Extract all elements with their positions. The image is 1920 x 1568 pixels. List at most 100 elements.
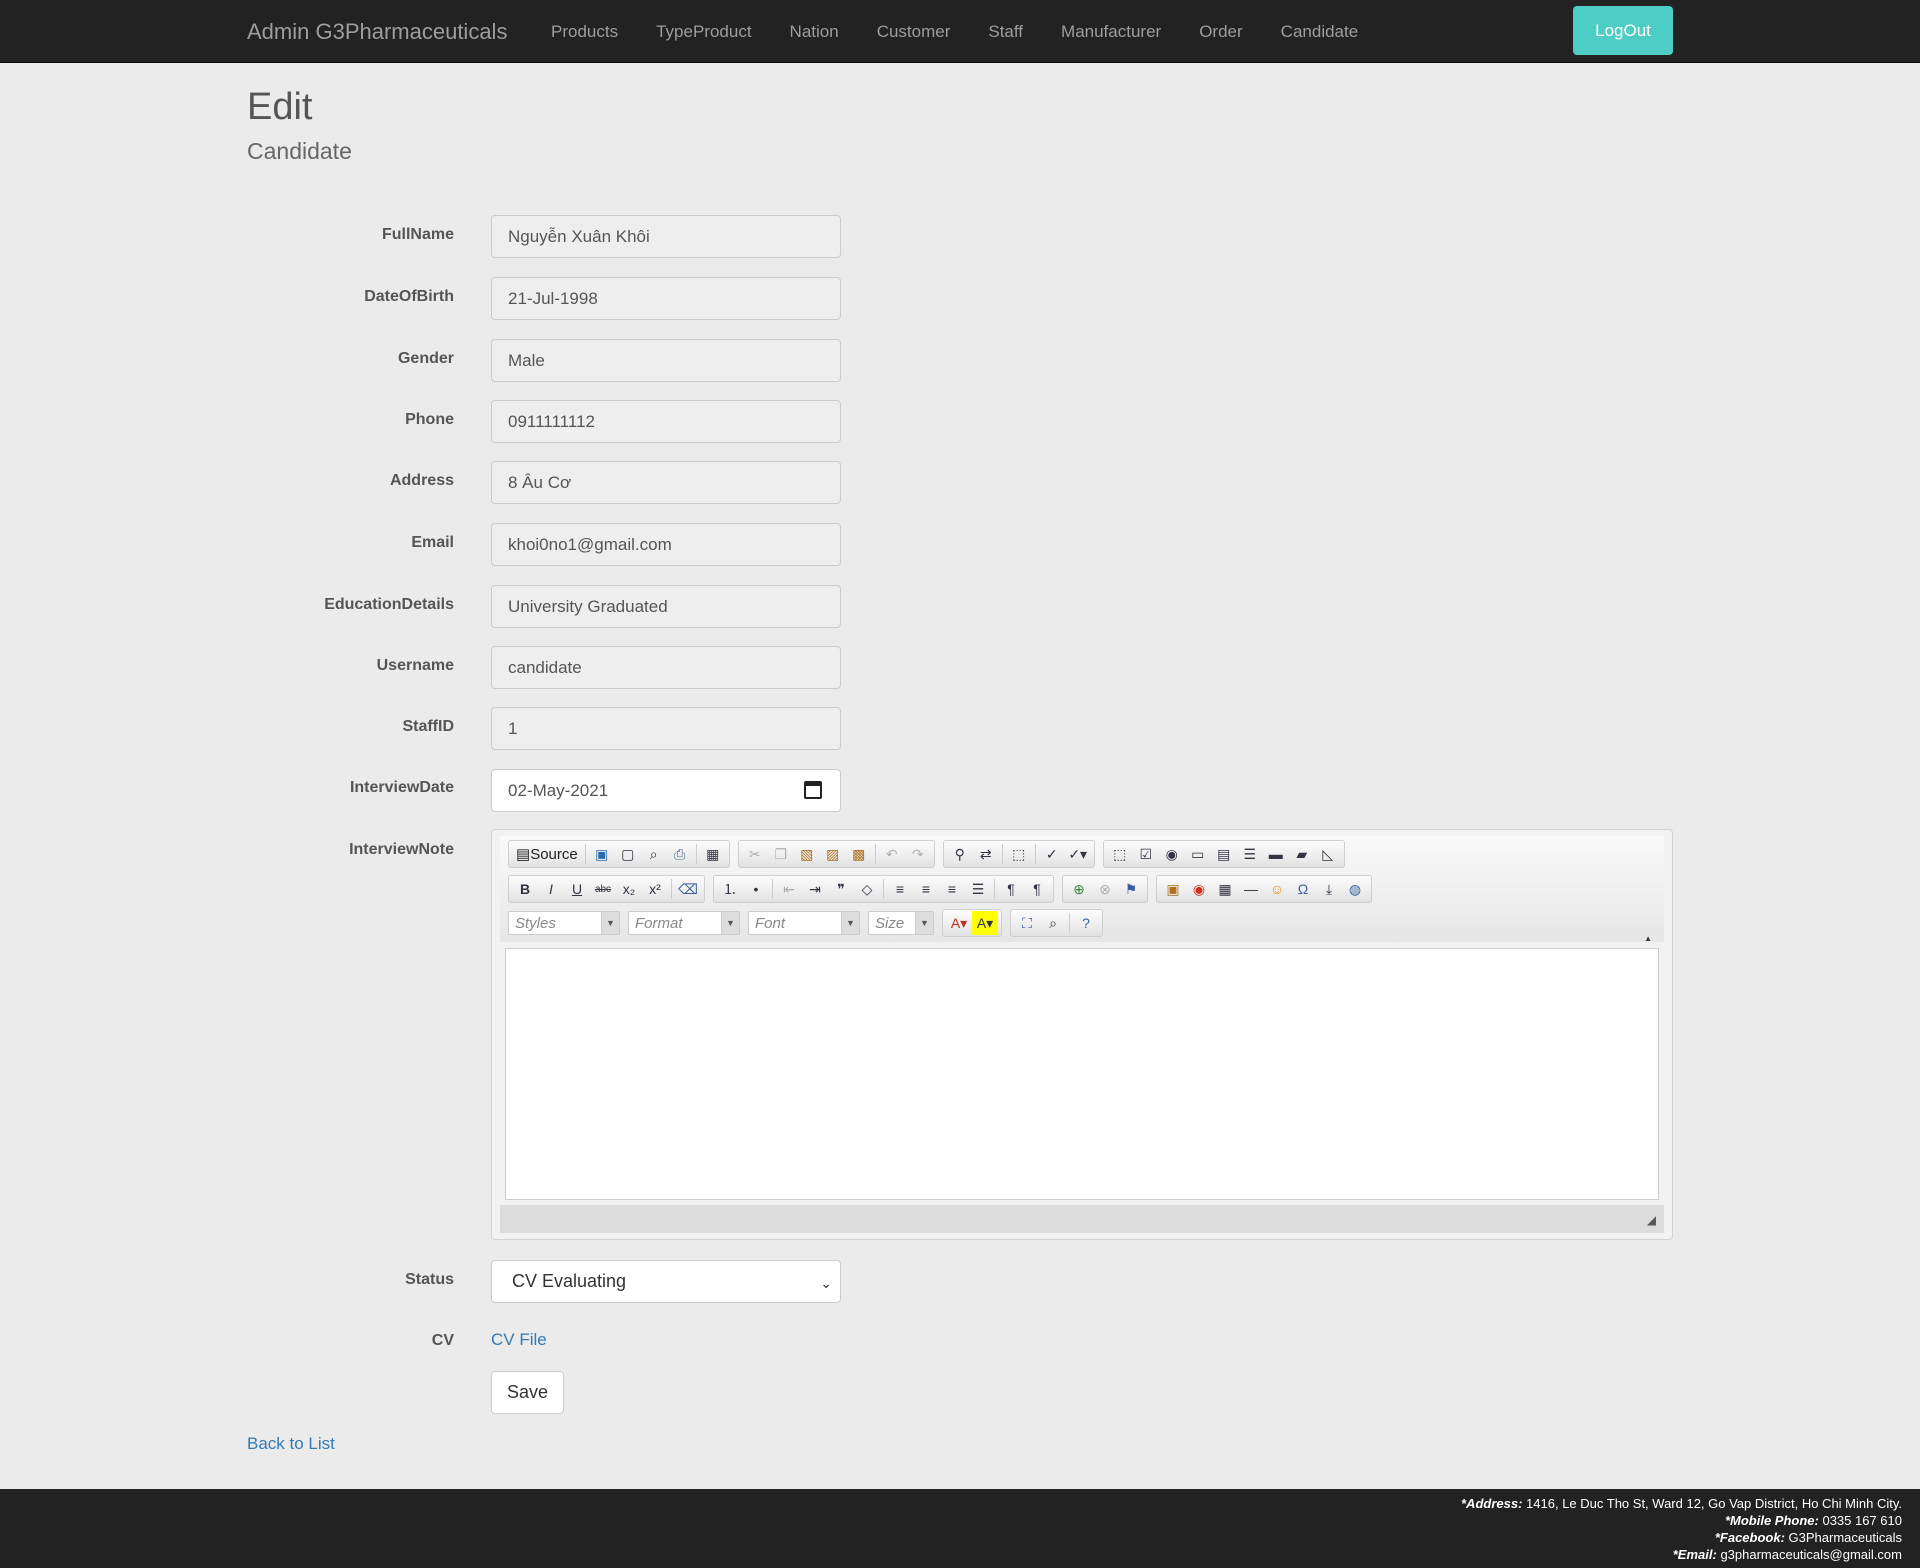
align-center-icon[interactable]: ≡ [913,877,939,901]
smiley-icon[interactable]: ☺ [1264,877,1290,901]
table-icon[interactable]: ▦ [1212,877,1238,901]
maximize-icon[interactable]: ⛶ [1014,911,1040,935]
save-button[interactable]: Save [491,1371,564,1414]
copy-icon[interactable]: ❐ [768,842,794,866]
source-label: Source [530,845,578,863]
strikethrough-icon[interactable]: abc [590,877,616,901]
page-break-icon[interactable]: ⤓ [1316,877,1342,901]
remove-format-icon[interactable]: ⌫ [675,877,701,901]
resize-handle-icon[interactable]: ◢ [1647,1213,1656,1227]
source-button[interactable]: ▤ Source [512,842,582,866]
subscript-icon[interactable]: x₂ [616,877,642,901]
nav-candidate[interactable]: Candidate [1281,22,1359,42]
div-container-icon[interactable]: ◇ [854,877,880,901]
italic-icon[interactable]: I [538,877,564,901]
editor-content-area[interactable] [505,948,1659,1200]
spellcheck-icon[interactable]: ✓ [1039,842,1065,866]
iframe-icon[interactable]: ◍ [1342,877,1368,901]
paste-icon[interactable]: ▧ [794,842,820,866]
show-blocks-icon[interactable]: ⌕ [1040,911,1066,935]
find-icon[interactable]: ⚲ [947,842,973,866]
styles-dropdown[interactable]: Styles ▼ [508,911,620,935]
cv-file-link[interactable]: CV File [491,1330,547,1350]
indent-icon[interactable]: ⇥ [802,877,828,901]
form-icon[interactable]: ⬚ [1107,842,1133,866]
nav-typeproduct[interactable]: TypeProduct [656,22,751,42]
select-all-icon[interactable]: ⬚ [1006,842,1032,866]
collapse-toolbar-icon[interactable]: ▲ [1644,934,1652,943]
address-input[interactable]: 8 Âu Cơ [491,461,841,504]
rtl-icon[interactable]: ¶ [1024,877,1050,901]
preview-icon[interactable]: ⌕ [641,842,667,866]
numbered-list-icon[interactable]: ⒈ [717,877,743,901]
fullname-label: FullName [381,226,454,243]
brand-link[interactable]: Admin G3Pharmaceuticals [247,19,507,45]
paste-text-icon[interactable]: ▨ [820,842,846,866]
outdent-icon[interactable]: ⇤ [776,877,802,901]
anchor-icon[interactable]: ⚑ [1118,877,1144,901]
print-icon[interactable]: ⎙ [667,842,693,866]
bulleted-list-icon[interactable]: • [743,877,769,901]
dateofbirth-input[interactable]: 21-Jul-1998 [491,277,841,320]
phone-input[interactable]: 0911111112 [491,400,841,443]
image-button-icon[interactable]: ▰ [1289,842,1315,866]
undo-icon[interactable]: ↶ [879,842,905,866]
email-input[interactable]: khoi0no1@gmail.com [491,523,841,566]
checkbox-icon[interactable]: ☑ [1133,842,1159,866]
logout-button[interactable]: LogOut [1573,6,1673,55]
blockquote-icon[interactable]: ❞ [828,877,854,901]
nav-customer[interactable]: Customer [877,22,951,42]
templates-icon[interactable]: ▦ [700,842,726,866]
text-color-icon[interactable]: A▾ [946,911,972,935]
bold-icon[interactable]: B [512,877,538,901]
textfield-icon[interactable]: ▭ [1185,842,1211,866]
select-field-icon[interactable]: ☰ [1237,842,1263,866]
calendar-icon[interactable] [804,781,822,799]
back-to-list-link[interactable]: Back to List [247,1434,335,1454]
page-title: Edit [247,86,313,128]
nav-products[interactable]: Products [551,22,618,42]
size-dropdown[interactable]: Size ▼ [868,911,934,935]
bg-color-icon[interactable]: A▾ [972,911,998,935]
image-icon[interactable]: ▣ [1160,877,1186,901]
educationdetails-input[interactable]: University Graduated [491,585,841,628]
font-dropdown[interactable]: Font ▼ [748,911,860,935]
align-right-icon[interactable]: ≡ [939,877,965,901]
interviewdate-input[interactable]: 02-May-2021 [491,769,841,812]
textarea-icon[interactable]: ▤ [1211,842,1237,866]
scayt-icon[interactable]: ✓▾ [1065,842,1091,866]
status-value: CV Evaluating [512,1271,627,1291]
link-icon[interactable]: ⊕ [1066,877,1092,901]
nav-order[interactable]: Order [1199,22,1242,42]
gender-input[interactable]: Male [491,339,841,382]
page-footer: *Address: 1416, Le Duc Tho St, Ward 12, … [0,1489,1920,1568]
nav-nation[interactable]: Nation [790,22,839,42]
hidden-field-icon[interactable]: ◺ [1315,842,1341,866]
staffid-input[interactable]: 1 [491,707,841,750]
button-field-icon[interactable]: ▬ [1263,842,1289,866]
new-page-icon[interactable]: ▢ [615,842,641,866]
unlink-icon[interactable]: ⊗ [1092,877,1118,901]
footer-address: *Address: 1416, Le Duc Tho St, Ward 12, … [1461,1496,1902,1511]
radio-icon[interactable]: ◉ [1159,842,1185,866]
justify-icon[interactable]: ☰ [965,877,991,901]
superscript-icon[interactable]: x² [642,877,668,901]
format-dropdown[interactable]: Format ▼ [628,911,740,935]
help-icon[interactable]: ? [1073,911,1099,935]
redo-icon[interactable]: ↷ [905,842,931,866]
ltr-icon[interactable]: ¶ [998,877,1024,901]
special-char-icon[interactable]: Ω [1290,877,1316,901]
fullname-input[interactable]: Nguyễn Xuân Khôi [491,215,841,258]
underline-icon[interactable]: U [564,877,590,901]
username-input[interactable]: candidate [491,646,841,689]
flash-icon[interactable]: ◉ [1186,877,1212,901]
paste-word-icon[interactable]: ▩ [846,842,872,866]
save-icon[interactable]: ▣ [589,842,615,866]
status-select[interactable]: CV Evaluating ⌄ [491,1260,841,1303]
replace-icon[interactable]: ⇄ [973,842,999,866]
align-left-icon[interactable]: ≡ [887,877,913,901]
nav-staff[interactable]: Staff [988,22,1023,42]
cut-icon[interactable]: ✂ [742,842,768,866]
horizontal-rule-icon[interactable]: — [1238,877,1264,901]
nav-manufacturer[interactable]: Manufacturer [1061,22,1161,42]
